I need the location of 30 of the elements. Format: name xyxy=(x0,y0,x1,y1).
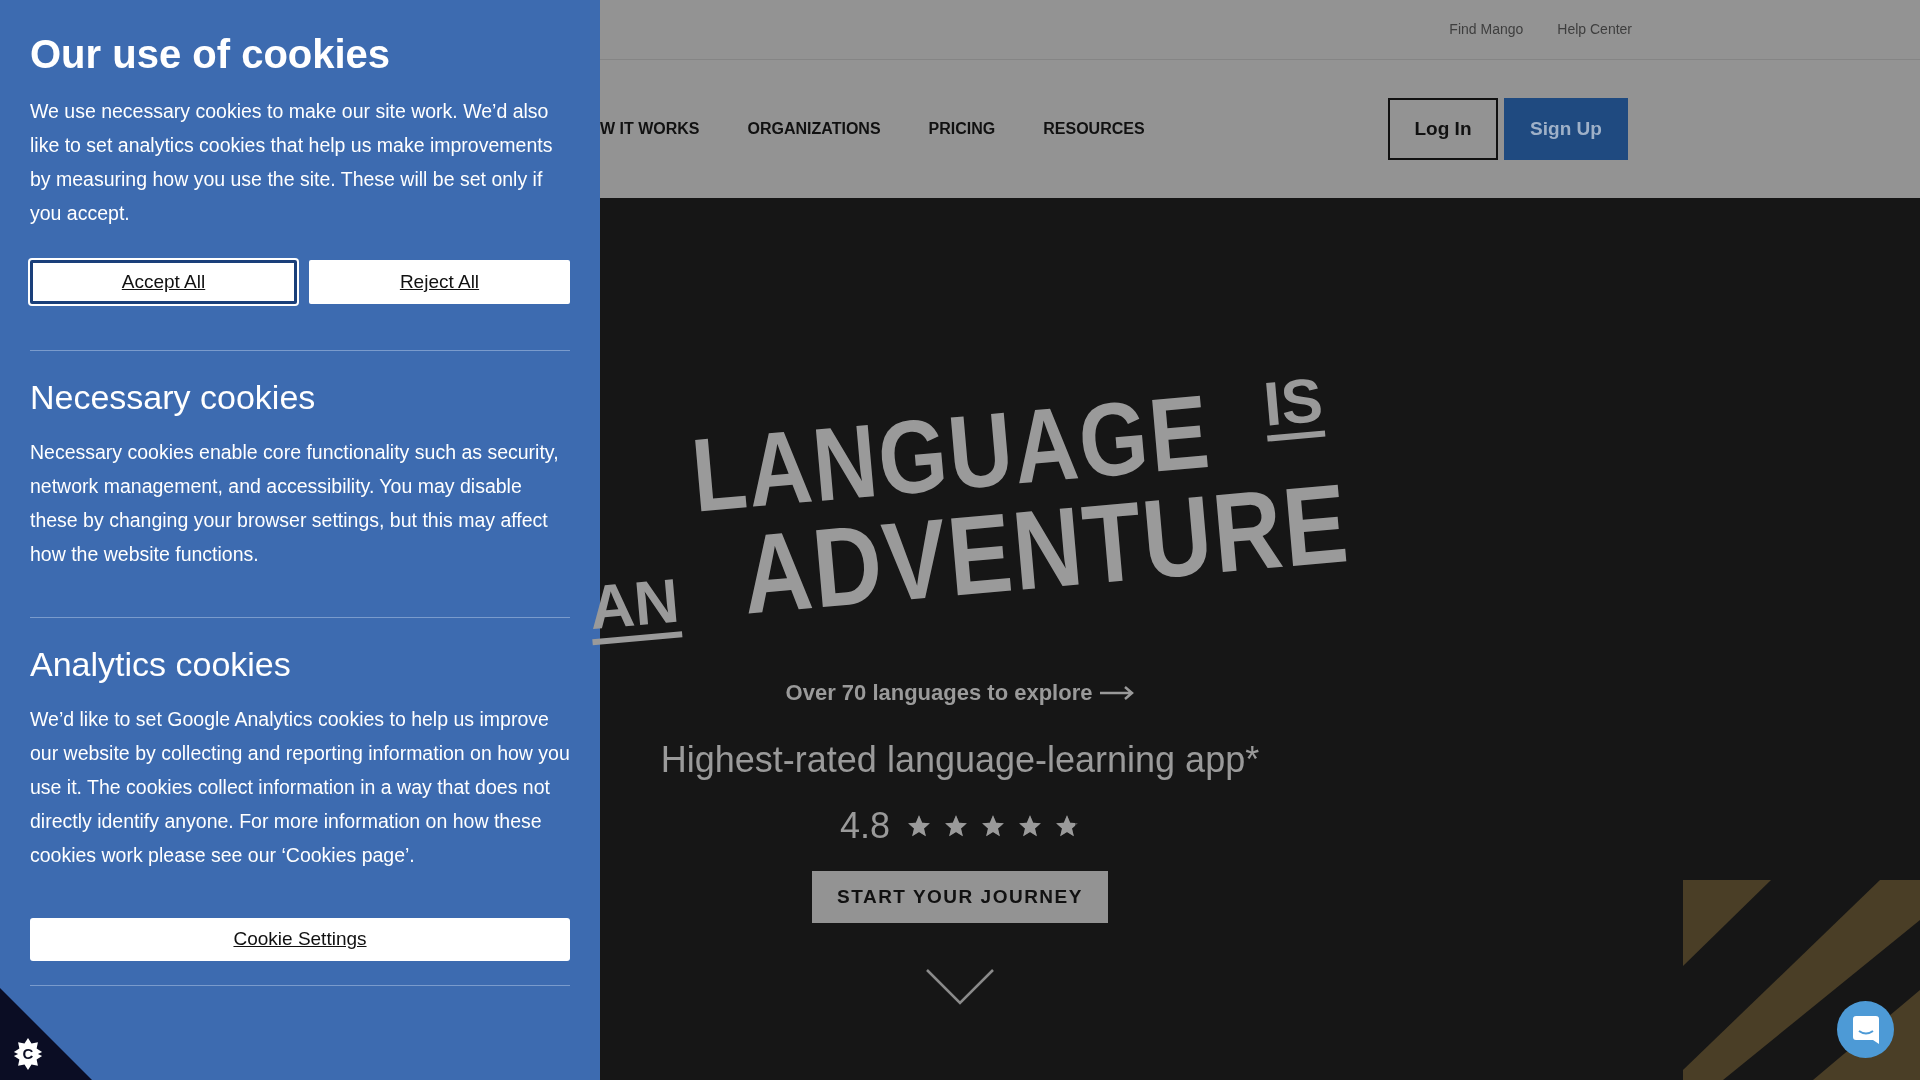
tagline: Highest-rated language-learning app* xyxy=(660,738,1260,782)
consent-button[interactable]: Accept All xyxy=(30,260,297,304)
chat-button[interactable] xyxy=(1837,1001,1894,1058)
sign-up-button[interactable]: Sign Up xyxy=(1504,98,1628,160)
log-in-button[interactable]: Log In xyxy=(1388,98,1498,160)
nav-link[interactable]: PRICING xyxy=(928,117,996,141)
arrow-right-icon xyxy=(1100,685,1135,700)
nav-link[interactable]: W IT WORKS xyxy=(600,117,700,141)
section-heading: Analytics cookies xyxy=(30,644,292,685)
nav-link[interactable]: RESOURCES xyxy=(1043,117,1145,141)
star-icon xyxy=(980,813,1006,839)
star-icon xyxy=(1017,813,1043,839)
consent-button[interactable]: Reject All xyxy=(309,260,570,304)
intro-text: We use necessary cookies to make our site work. We’d also like to set analytics cookies that help us make improvements by measuring how you use the site. These will be set only if you accept. xyxy=(30,99,554,226)
chevron-down-icon xyxy=(926,969,994,1005)
star-icon xyxy=(906,813,932,839)
languages-link[interactable]: Over 70 languages to explore xyxy=(785,676,1135,709)
rating-value: 4.8 xyxy=(839,804,890,848)
cookie-settings-button[interactable]: Cookie Settings xyxy=(30,918,570,961)
nav-link[interactable]: ORGANIZATIONS xyxy=(747,117,881,141)
top-link[interactable]: Help Center xyxy=(1557,19,1632,40)
star-icon xyxy=(1054,813,1080,839)
star-icon xyxy=(943,813,969,839)
section-text: Necessary cookies enable core functionality such as security, network management, and accessibility. You may disable these by changing your browser settings, but this may affect how the website functions. xyxy=(30,440,560,567)
start-journey-button[interactable]: START YOUR JOURNEY xyxy=(812,871,1108,923)
section-heading: Necessary cookies xyxy=(30,377,317,418)
chat-bubble-icon xyxy=(1852,1015,1879,1044)
top-link[interactable]: Find Mango xyxy=(1449,19,1524,40)
panel-title: Our use of cookies xyxy=(30,31,392,78)
section-text: We’d like to set Google Analytics cookies to help us improve our website by collecting and reporting information on how you use it. The cookies collect information in a way that does not directly identify anyone. For more information on how these cookies work please see our ‘Cookies page’. xyxy=(30,707,570,868)
